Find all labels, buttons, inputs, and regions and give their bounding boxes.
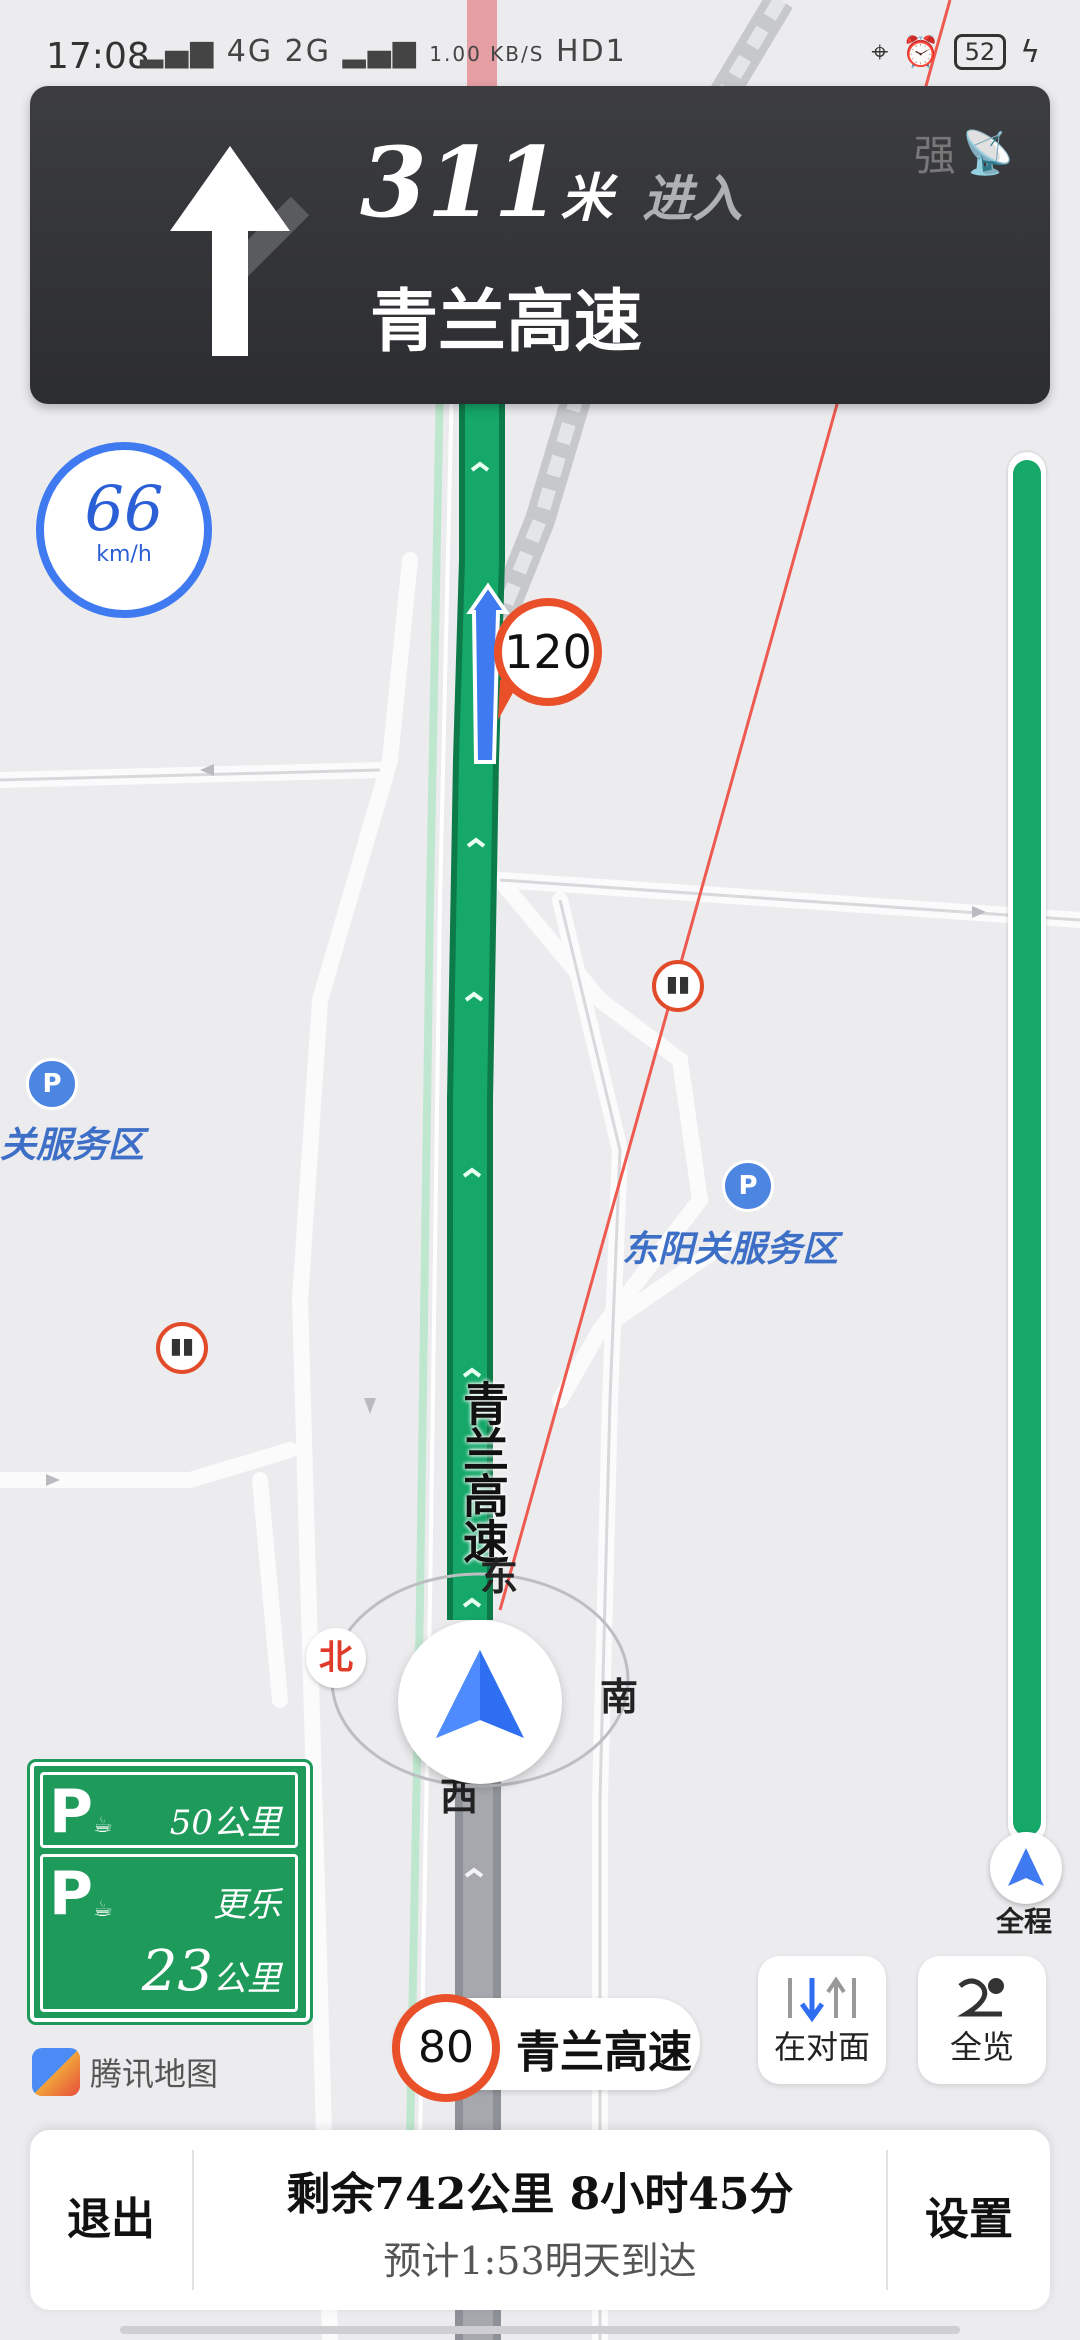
service-area-sign[interactable]: P ☕ 50公里 P ☕ 更乐 23公里 [30, 1762, 310, 2022]
charging-icon: ϟ [1020, 34, 1040, 70]
poi-label-right[interactable]: 东阳关服务区 [622, 1220, 838, 1272]
navigation-arrow-icon [436, 1650, 524, 1738]
settings-button[interactable]: 设置 [888, 2130, 1050, 2310]
opposite-side-button[interactable]: 在对面 [758, 1956, 886, 2084]
distance-value: 311 [360, 126, 561, 239]
poi-label-left[interactable]: 关服务区 [0, 1116, 144, 1168]
cup-icon: ☕ [93, 1813, 113, 1838]
next-road-name: 青兰高速 [370, 282, 643, 362]
home-indicator[interactable] [120, 2326, 960, 2334]
net-speed: 1.00 KB/S [429, 42, 545, 66]
speed-limit-bubble: 120 [494, 598, 602, 706]
distance-unit: 米 [560, 168, 613, 229]
brand-logo: 腾讯地图 [32, 2048, 218, 2096]
exit-button[interactable]: 退出 [30, 2130, 192, 2310]
brand-name: 腾讯地图 [90, 2055, 219, 2093]
service-sign-row: P ☕ 50公里 [40, 1772, 298, 1848]
compass-north: 北 [306, 1628, 366, 1688]
parking-poi-icon[interactable]: P [26, 1058, 78, 1110]
cup-icon: ☕ [93, 1897, 113, 1922]
service-sign-row: P ☕ 更乐 23公里 [40, 1854, 298, 2012]
alarm-icon: ⏰ [902, 34, 940, 70]
overview-label: 全览 [949, 2028, 1014, 2066]
battery-icon: 52 [953, 34, 1007, 70]
guidance-banner[interactable]: 311米 进入 青兰高速 强 📡 [30, 86, 1050, 404]
route-overview-icon [957, 1978, 1004, 2017]
eta-text: 预计1:53明天到达 [383, 2239, 697, 2283]
gps-signal[interactable]: 强 📡 [914, 122, 1014, 183]
camera-icon: ▮▮ [652, 960, 704, 1012]
current-speed-limit: 80 [392, 1994, 500, 2102]
opposite-side-label: 在对面 [773, 2028, 870, 2066]
parking-icon: P [49, 1859, 93, 1929]
location-icon: ⌖ [871, 34, 889, 70]
progress-label: 全程 [996, 1905, 1053, 1938]
status-time: 17:08 [46, 36, 150, 77]
current-speed: 66 km/h [36, 442, 212, 618]
status-bar: 17:08 ▂▄▆ 4G 2G ▂▄▆ 1.00 KB/S HD1 ⌖ ⏰ 52… [0, 0, 1080, 100]
compass-east: 东 [480, 1555, 519, 1599]
opposite-direction-icon [788, 1976, 856, 2023]
service-distance-1: 50公里 [169, 1803, 281, 1843]
signal-strength-icon: ▂▄▆ 4G 2G ▂▄▆ 1.00 KB/S HD1 [140, 34, 627, 69]
route-progress-fill [1013, 460, 1041, 1836]
overview-button[interactable]: 全览 [918, 1956, 1046, 2084]
service-distance-2: 23公里 [141, 1939, 281, 2004]
tencent-map-icon [32, 2048, 80, 2096]
parking-poi-icon[interactable]: P [722, 1160, 774, 1212]
car-position-marker [398, 1620, 562, 1784]
straight-arrow-icon [170, 146, 310, 356]
hd-badge: HD1 [555, 34, 627, 69]
status-right: ⌖ ⏰ 52 ϟ [871, 34, 1040, 70]
network-type: 4G 2G [226, 34, 331, 69]
gps-signal-label: 强 [913, 131, 956, 180]
current-road-name: 青兰高速 [516, 2027, 692, 2078]
parking-icon: P [49, 1777, 93, 1847]
service-name-2: 更乐 [213, 1885, 281, 1925]
speed-unit: km/h [96, 542, 152, 567]
remaining-summary: 剩余742公里 8小时45分 [286, 2169, 794, 2220]
speed-value: 66 [84, 472, 164, 545]
turn-action: 进入 [642, 169, 743, 228]
road-label-vertical: 青兰高速 [456, 1380, 510, 1564]
progress-car-icon [990, 1832, 1062, 1904]
trip-footer: 退出 剩余742公里 8小时45分 预计1:53明天到达 设置 [30, 2130, 1050, 2310]
route-progress-bar [1008, 452, 1046, 1844]
satellite-icon: 📡 [961, 127, 1014, 177]
turn-distance: 311米 进入 [360, 126, 742, 239]
compass-south: 南 [600, 1675, 639, 1719]
camera-icon: ▮▮ [156, 1322, 208, 1374]
